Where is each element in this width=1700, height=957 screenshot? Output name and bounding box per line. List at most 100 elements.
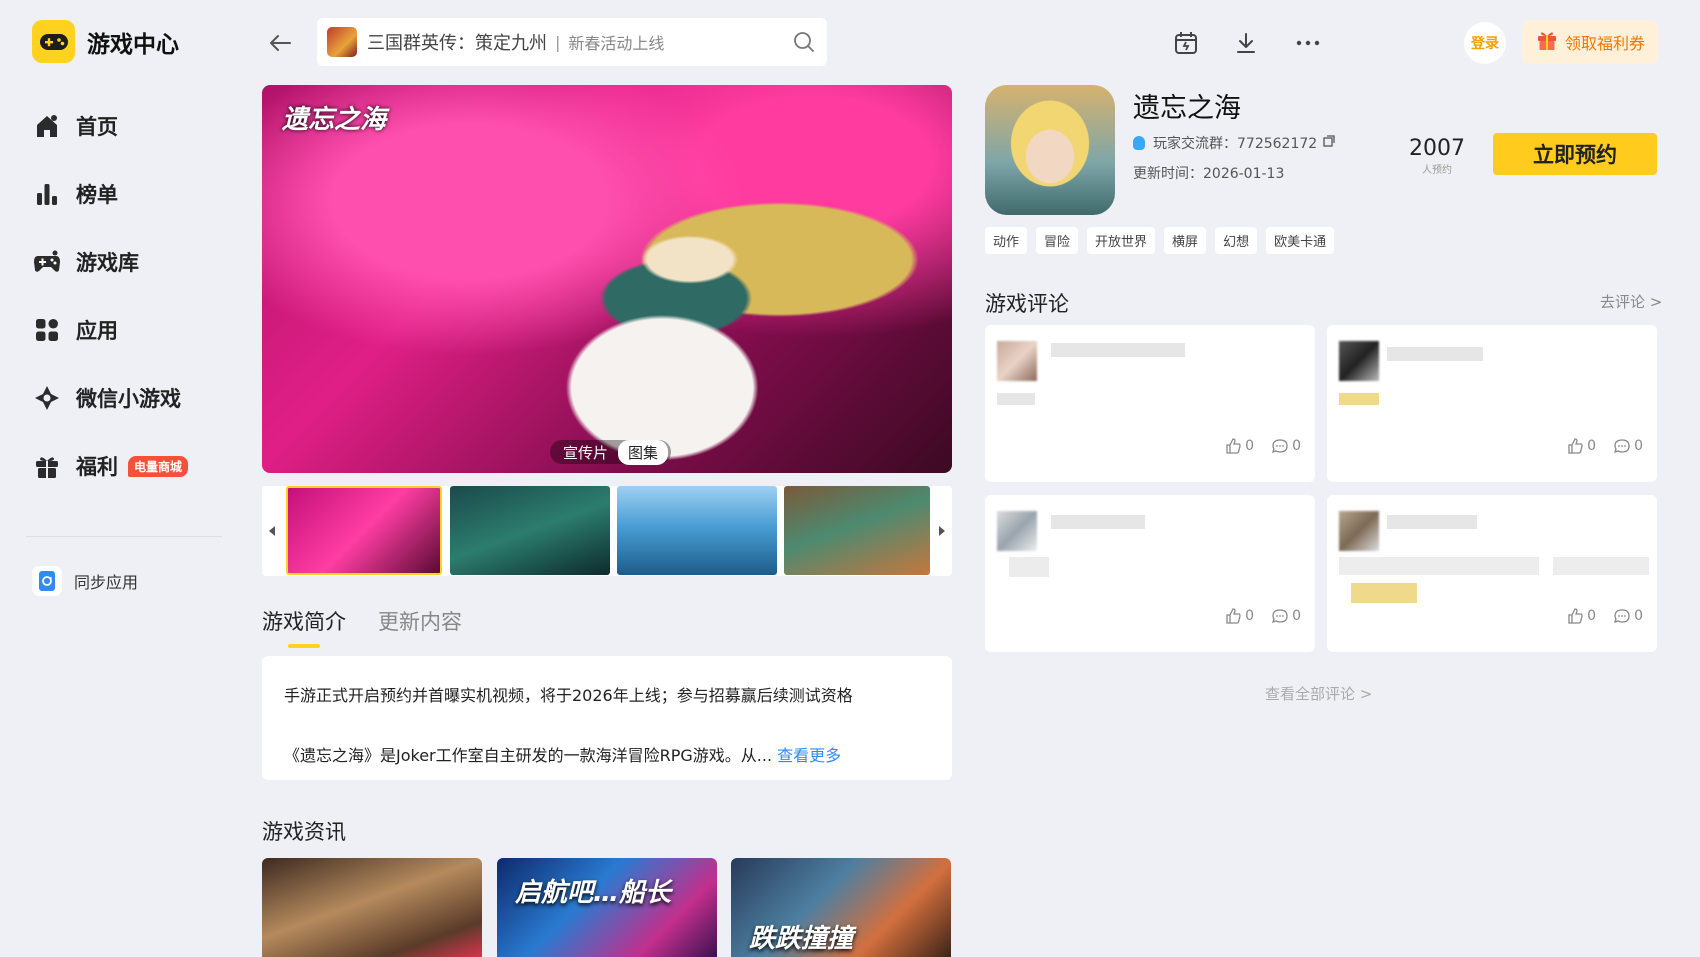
review-card[interactable]: 0 0 — [985, 325, 1315, 482]
review-stats: 0 0 — [1549, 608, 1643, 624]
thumbnail-1[interactable] — [286, 486, 442, 575]
brand-title: 游戏中心 — [87, 31, 179, 58]
topbar: 三国群英传：策定九州 | 新春活动上线 登录 领取福利券 — [262, 18, 1662, 68]
reserve-count-label: 人预约 — [1422, 165, 1452, 176]
game-tag[interactable]: 欧美卡通 — [1266, 227, 1335, 254]
game-tag[interactable]: 冒险 — [1036, 227, 1079, 254]
sidebar-item-label: 游戏库 — [76, 251, 139, 275]
game-tags: 动作 冒险 开放世界 横屏 幻想 欧美卡通 — [985, 227, 1343, 254]
sidebar-item-wechat-minigame[interactable]: 微信小游戏 — [32, 364, 222, 432]
blurred-username — [1051, 515, 1145, 529]
media-thumbnails — [262, 486, 952, 576]
blurred-meta — [1351, 583, 1417, 603]
review-card[interactable]: 0 0 — [1327, 495, 1657, 652]
hero-media[interactable]: 遗忘之海 宣传片 图集 — [262, 85, 952, 473]
sidebar-item-ranking[interactable]: 榜单 — [32, 160, 222, 228]
back-button[interactable] — [262, 26, 298, 60]
wechat-minigame-icon — [32, 383, 62, 413]
sidebar-item-label: 微信小游戏 — [76, 387, 181, 411]
sidebar: 游戏中心 首页 榜单 游戏库 应用 微信小游戏 福利 电量商城 同步应用 — [0, 0, 240, 957]
search-bar[interactable]: 三国群英传：策定九州 | 新春活动上线 — [317, 18, 827, 66]
review-card[interactable]: 0 0 — [985, 495, 1315, 652]
view-all-reviews-link[interactable]: 查看全部评论 > — [1265, 683, 1372, 704]
detail-tabs: 游戏简介 更新内容 — [262, 606, 494, 648]
sidebar-divider — [26, 536, 222, 537]
download-button[interactable] — [1229, 26, 1263, 60]
sync-label: 同步应用 — [74, 573, 139, 592]
game-tag[interactable]: 开放世界 — [1087, 227, 1156, 254]
like-button[interactable]: 0 — [1567, 438, 1596, 454]
game-tag[interactable]: 幻想 — [1215, 227, 1258, 254]
comment-button[interactable]: 0 — [1272, 438, 1301, 454]
news-card[interactable]: 启航吧…船长 — [497, 858, 717, 957]
thumbnail-3[interactable] — [617, 486, 777, 575]
blurred-username — [1051, 343, 1185, 357]
thumbnail-4[interactable] — [784, 486, 930, 575]
sync-apps-button[interactable]: 同步应用 — [32, 566, 138, 596]
game-tag[interactable]: 动作 — [985, 227, 1028, 254]
intro-summary: 《遗忘之海》是Joker工作室自主研发的一款海洋冒险RPG游戏。从... 查看更… — [284, 742, 930, 766]
more-button[interactable] — [1291, 26, 1325, 60]
gift-icon — [32, 451, 62, 481]
comment-button[interactable]: 0 — [1614, 608, 1643, 624]
comment-count: 0 — [1634, 608, 1643, 624]
review-stats: 0 0 — [1207, 438, 1301, 454]
reviews-section-title: 游戏评论 — [985, 292, 1069, 316]
game-title: 遗忘之海 — [1133, 93, 1241, 124]
caret-left-icon — [269, 526, 275, 536]
tab-trailer[interactable]: 宣传片 — [553, 440, 618, 465]
thumbs-up-icon — [1226, 608, 1241, 624]
comment-icon — [1272, 439, 1288, 454]
news-card[interactable]: 跌跌撞撞 — [731, 858, 951, 957]
search-icon[interactable] — [793, 31, 815, 57]
view-more-link[interactable]: 查看更多 — [777, 746, 841, 765]
tab-intro[interactable]: 游戏简介 — [262, 606, 346, 648]
review-card[interactable]: 0 0 — [1327, 325, 1657, 482]
thumbs-up-icon — [1568, 608, 1583, 624]
thumbs-prev-button[interactable] — [262, 516, 282, 546]
sidebar-item-game-library[interactable]: 游戏库 — [32, 228, 222, 296]
red-gift-icon — [1535, 28, 1559, 56]
avatar — [1339, 511, 1379, 551]
brand[interactable]: 游戏中心 — [32, 20, 179, 63]
comment-count: 0 — [1292, 438, 1301, 454]
sync-icon — [32, 566, 62, 596]
reserve-button[interactable]: 立即预约 — [1493, 133, 1657, 175]
comment-button[interactable]: 0 — [1614, 438, 1643, 454]
game-tag[interactable]: 横屏 — [1164, 227, 1207, 254]
copy-icon[interactable] — [1323, 135, 1335, 151]
like-button[interactable]: 0 — [1567, 608, 1596, 624]
go-comment-link[interactable]: 去评论 > — [1600, 291, 1662, 312]
like-button[interactable]: 0 — [1225, 608, 1254, 624]
avatar — [997, 511, 1037, 551]
like-count: 0 — [1587, 608, 1597, 624]
comment-icon — [1614, 609, 1630, 624]
sidebar-item-label: 应用 — [76, 319, 118, 343]
sidebar-item-label: 首页 — [76, 115, 118, 139]
login-button[interactable]: 登录 — [1464, 22, 1506, 64]
tab-updates[interactable]: 更新内容 — [378, 606, 462, 636]
calendar-button[interactable] — [1169, 26, 1203, 60]
comment-count: 0 — [1634, 438, 1643, 454]
blurred-meta — [1009, 557, 1049, 577]
coupon-button[interactable]: 领取福利券 — [1522, 20, 1658, 64]
blurred-review-text — [1339, 557, 1539, 575]
search-separator: | — [555, 32, 561, 52]
sidebar-item-apps[interactable]: 应用 — [32, 296, 222, 364]
avatar — [997, 341, 1037, 381]
thumbs-up-icon — [1568, 438, 1583, 454]
thumbnail-2[interactable] — [450, 486, 610, 575]
sidebar-item-welfare[interactable]: 福利 电量商城 — [32, 432, 222, 500]
intro-summary-text: 《遗忘之海》是Joker工作室自主研发的一款海洋冒险RPG游戏。从... — [284, 746, 773, 765]
sidebar-item-home[interactable]: 首页 — [32, 92, 222, 160]
search-hint: 新春活动上线 — [568, 34, 665, 53]
mall-badge: 电量商城 — [128, 455, 189, 477]
news-card[interactable] — [262, 858, 482, 957]
thumbs-next-button[interactable] — [932, 516, 952, 546]
more-icon — [1296, 40, 1320, 46]
sidebar-nav: 首页 榜单 游戏库 应用 微信小游戏 福利 电量商城 — [32, 92, 222, 500]
comment-button[interactable]: 0 — [1272, 608, 1301, 624]
tab-gallery[interactable]: 图集 — [618, 439, 669, 465]
review-stats: 0 0 — [1549, 438, 1643, 454]
like-button[interactable]: 0 — [1225, 438, 1254, 454]
